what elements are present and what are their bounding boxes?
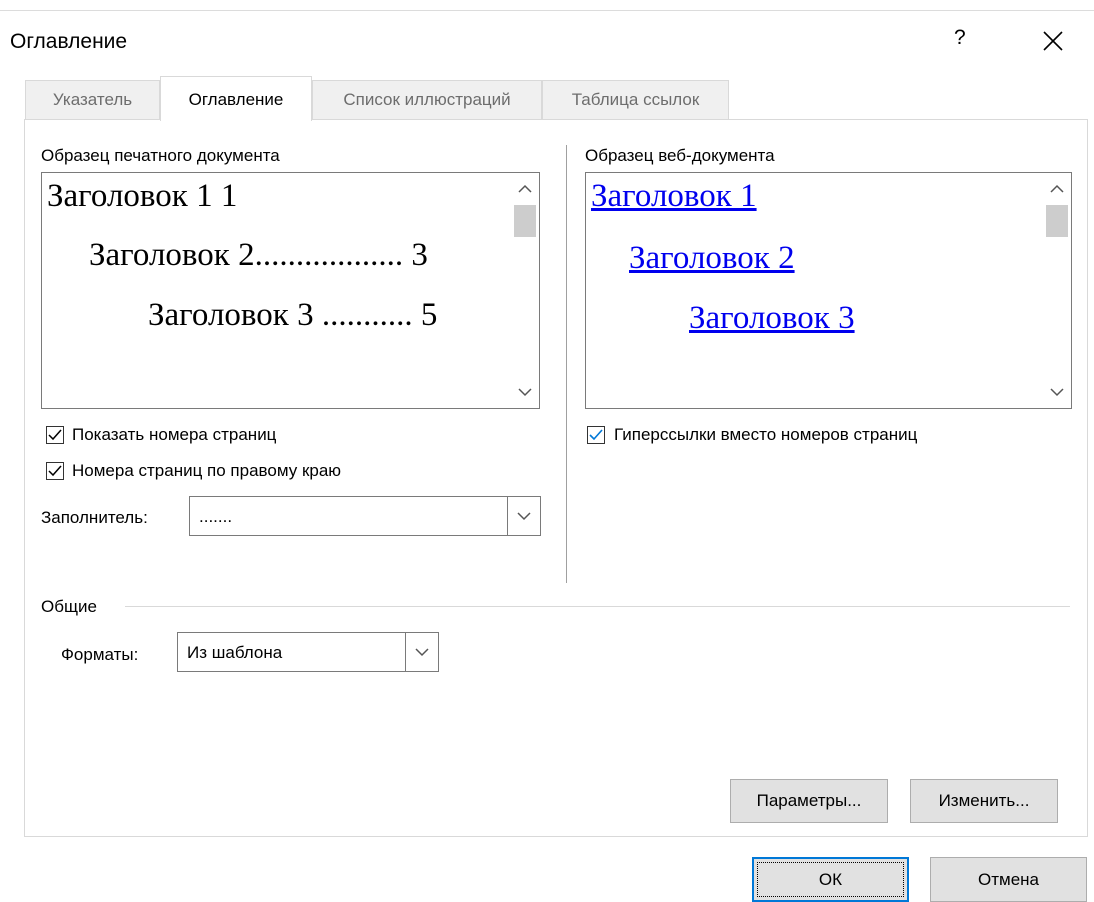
- chevron-down-icon: [1050, 388, 1064, 397]
- print-preview-box: Заголовок 1 1 Заголовок 2...............…: [41, 172, 540, 409]
- web-preview-box: Заголовок 1 Заголовок 2 Заголовок 3: [585, 172, 1072, 409]
- print-preview-scrollbar[interactable]: [511, 173, 539, 408]
- scroll-up-button[interactable]: [511, 175, 539, 203]
- show-page-numbers-checkbox[interactable]: [46, 426, 64, 444]
- ok-button[interactable]: ОК: [752, 857, 909, 902]
- dropdown-button[interactable]: [405, 633, 438, 671]
- scroll-up-button[interactable]: [1043, 175, 1071, 203]
- print-heading-1: Заголовок 1 1: [47, 178, 238, 214]
- tab-toc-label: Оглавление: [188, 90, 284, 109]
- cancel-button[interactable]: Отмена: [930, 857, 1087, 902]
- web-preview-label: Образец веб-документа: [585, 146, 775, 165]
- scroll-thumb[interactable]: [1046, 205, 1068, 237]
- print-heading-2: Заголовок 2.................. 3: [89, 237, 428, 273]
- formats-label: Форматы:: [61, 645, 139, 664]
- scroll-down-button[interactable]: [511, 378, 539, 406]
- modify-button[interactable]: Изменить...: [910, 779, 1058, 823]
- close-button[interactable]: [1036, 24, 1070, 58]
- help-button[interactable]: ?: [954, 26, 966, 50]
- top-border: [0, 10, 1094, 11]
- hyperlinks-label[interactable]: Гиперссылки вместо номеров страниц: [614, 425, 917, 445]
- scroll-down-button[interactable]: [1043, 378, 1071, 406]
- scroll-thumb[interactable]: [514, 205, 536, 237]
- chevron-up-icon: [518, 184, 532, 193]
- tab-index[interactable]: Указатель: [25, 80, 160, 119]
- close-icon: [1043, 31, 1063, 51]
- web-preview-scrollbar[interactable]: [1043, 173, 1071, 408]
- print-preview-label: Образец печатного документа: [41, 146, 280, 165]
- formats-value: Из шаблона: [187, 643, 283, 662]
- web-link-1[interactable]: Заголовок 1: [591, 178, 757, 215]
- right-align-checkbox[interactable]: [46, 462, 64, 480]
- tab-leader-select[interactable]: .......: [189, 496, 541, 536]
- options-button[interactable]: Параметры...: [730, 779, 888, 823]
- show-page-numbers-label[interactable]: Показать номера страниц: [72, 425, 276, 445]
- right-align-label[interactable]: Номера страниц по правому краю: [72, 461, 341, 481]
- chevron-down-icon: [415, 648, 429, 657]
- tab-figures[interactable]: Список иллюстраций: [312, 80, 542, 119]
- tab-leader-value: .......: [199, 507, 233, 526]
- formats-select[interactable]: Из шаблона: [177, 632, 439, 672]
- chevron-down-icon: [517, 512, 531, 521]
- web-link-2[interactable]: Заголовок 2: [629, 240, 795, 277]
- hyperlinks-checkbox[interactable]: [587, 426, 605, 444]
- general-divider: [125, 606, 1070, 607]
- chevron-down-icon: [518, 388, 532, 397]
- tab-authorities[interactable]: Таблица ссылок: [542, 80, 729, 119]
- web-link-3[interactable]: Заголовок 3: [689, 300, 855, 337]
- check-icon: [589, 429, 603, 441]
- print-heading-3: Заголовок 3 ........... 5: [148, 297, 438, 333]
- dialog-title: Оглавление: [10, 30, 128, 53]
- column-divider: [566, 145, 567, 583]
- tab-toc[interactable]: Оглавление: [160, 76, 312, 121]
- chevron-up-icon: [1050, 184, 1064, 193]
- tab-leader-label: Заполнитель:: [41, 508, 148, 527]
- check-icon: [48, 429, 62, 441]
- check-icon: [48, 465, 62, 477]
- dropdown-button[interactable]: [507, 497, 540, 535]
- general-group-label: Общие: [41, 597, 97, 616]
- ok-label: ОК: [818, 870, 843, 889]
